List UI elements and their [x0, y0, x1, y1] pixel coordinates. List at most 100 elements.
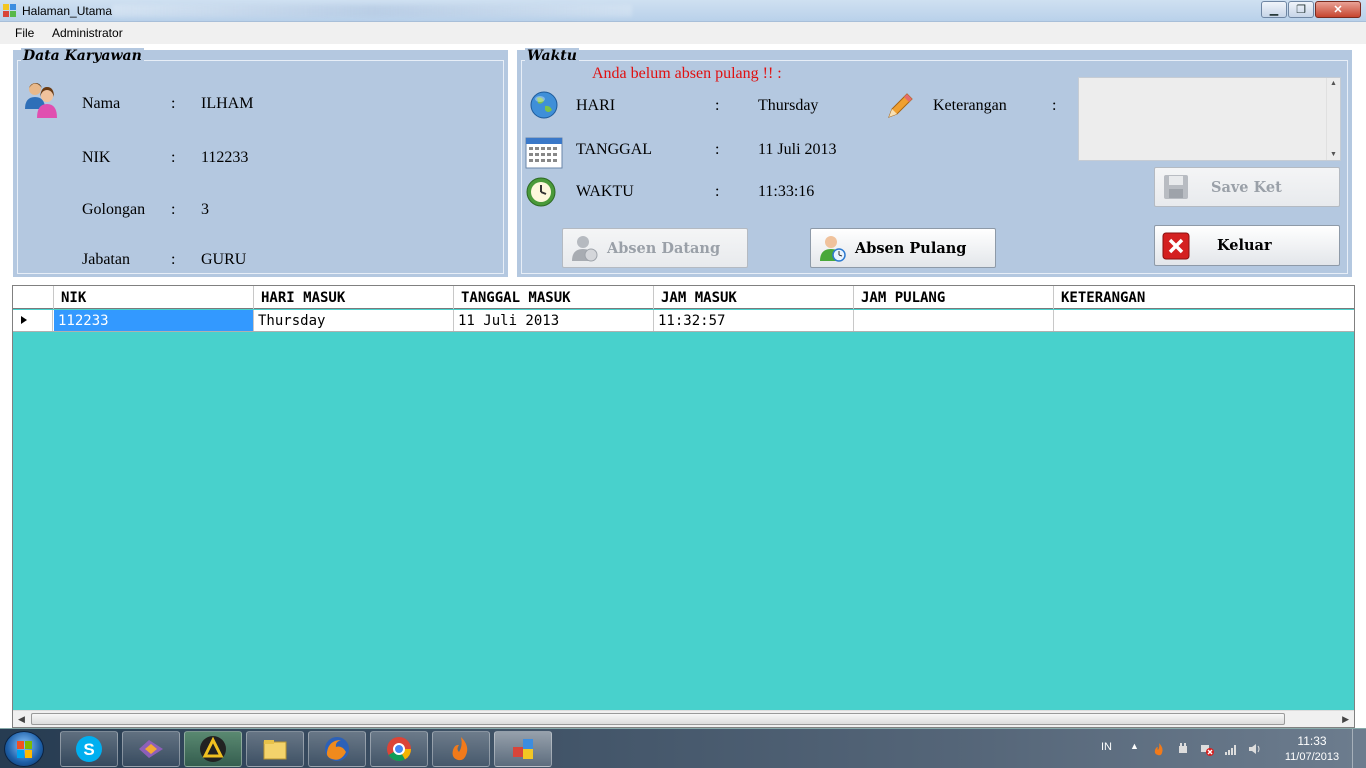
- scrollbar-thumb[interactable]: [31, 713, 1285, 725]
- scroll-up-icon[interactable]: ▲: [1330, 80, 1337, 87]
- keterangan-textarea[interactable]: ▲ ▼: [1078, 77, 1341, 161]
- row-selector-icon[interactable]: [13, 310, 53, 331]
- absen-pulang-label: Absen Pulang: [855, 239, 967, 257]
- cell-jam-pulang[interactable]: [854, 310, 1054, 331]
- column-header-keterangan[interactable]: KETERANGAN: [1054, 286, 1354, 309]
- close-button[interactable]: ✕: [1315, 1, 1361, 18]
- nik-sep: :: [171, 149, 176, 166]
- grid-header: NIK HARI MASUK TANGGAL MASUK JAM MASUK J…: [13, 286, 1354, 309]
- keluar-button[interactable]: Keluar: [1154, 225, 1340, 266]
- absen-alert: Anda belum absen pulang !! :: [592, 65, 782, 82]
- golongan-value: 3: [201, 201, 209, 218]
- flame-icon: [452, 737, 468, 761]
- power-plug-icon[interactable]: [1176, 742, 1190, 756]
- nama-sep: :: [171, 95, 176, 112]
- taskbar-chrome[interactable]: [370, 731, 428, 767]
- scroll-down-icon[interactable]: ▼: [1330, 151, 1337, 158]
- clock-icon: [526, 177, 556, 207]
- golongan-label: Golongan: [82, 201, 146, 218]
- taskbar-app-flame[interactable]: [432, 731, 490, 767]
- grid-corner: [13, 286, 54, 309]
- tanggal-sep: :: [715, 141, 720, 158]
- column-header-hari-masuk[interactable]: HARI MASUK: [254, 286, 454, 309]
- save-ket-label: Save Ket: [1211, 178, 1282, 196]
- user-clock-icon: [820, 236, 846, 262]
- start-button[interactable]: [4, 731, 44, 767]
- taskbar-sql-app[interactable]: [494, 731, 552, 767]
- chrome-icon: [387, 737, 411, 762]
- minimize-button[interactable]: ▁: [1261, 1, 1287, 18]
- keterangan-scrollbar[interactable]: ▲ ▼: [1326, 78, 1340, 160]
- app-icon: [513, 739, 533, 759]
- clock-time[interactable]: 11:33: [1282, 734, 1342, 748]
- taskbar-firefox[interactable]: [308, 731, 366, 767]
- app-icon: [3, 4, 17, 18]
- maximize-button[interactable]: ❐: [1288, 1, 1314, 18]
- hari-sep: :: [715, 97, 720, 114]
- flame-tray-icon[interactable]: [1152, 742, 1166, 756]
- column-header-nik[interactable]: NIK: [54, 286, 254, 309]
- skype-icon: S: [76, 736, 102, 762]
- menu-administrator[interactable]: Administrator: [52, 26, 123, 40]
- hari-label: HARI: [576, 97, 616, 114]
- scroll-right-icon[interactable]: ▶: [1342, 714, 1349, 725]
- client-area: Data Karyawan Nama : ILHAM NIK : 112233 …: [0, 44, 1366, 728]
- taskbar-visual-studio[interactable]: [122, 731, 180, 767]
- absen-datang-label: Absen Datang: [607, 239, 721, 257]
- pencil-icon: [888, 93, 913, 118]
- language-indicator[interactable]: IN: [1101, 741, 1112, 753]
- nama-label: Nama: [82, 95, 121, 112]
- golongan-sep: :: [171, 201, 176, 218]
- absen-datang-button[interactable]: Absen Datang: [562, 228, 748, 268]
- taskbar-aimp[interactable]: [184, 731, 242, 767]
- keterangan-label: Keterangan: [933, 97, 1007, 114]
- column-header-jam-masuk[interactable]: JAM MASUK: [654, 286, 854, 309]
- table-row[interactable]: 112233 Thursday 11 Juli 2013 11:32:57: [13, 310, 1354, 332]
- tanggal-label: TANGGAL: [576, 141, 653, 158]
- jabatan-label: Jabatan: [82, 251, 130, 268]
- globe-icon: [530, 91, 558, 119]
- user-clock-icon: [572, 236, 598, 262]
- nama-value: ILHAM: [201, 95, 254, 112]
- tray-expand-icon[interactable]: ▲: [1130, 741, 1139, 751]
- menu-bar: File Administrator: [0, 22, 1366, 44]
- title-bar: Halaman_Utama ▁ ❐ ✕: [0, 0, 1366, 22]
- signal-icon[interactable]: [1224, 742, 1238, 756]
- keluar-label: Keluar: [1217, 237, 1272, 254]
- time-groupbox-title: Waktu: [525, 48, 579, 64]
- nik-label: NIK: [82, 149, 111, 166]
- time-groupbox: Waktu Anda belum absen pulang !! : HARI …: [516, 48, 1353, 278]
- cell-nik[interactable]: 112233: [54, 310, 254, 331]
- scroll-left-icon[interactable]: ◀: [18, 714, 25, 725]
- volume-icon[interactable]: [1248, 742, 1262, 756]
- windows-logo-icon: [17, 741, 32, 758]
- folder-icon: [263, 740, 287, 760]
- cell-hari-masuk[interactable]: Thursday: [254, 310, 454, 331]
- users-icon: [25, 83, 57, 118]
- column-header-tanggal-masuk[interactable]: TANGGAL MASUK: [454, 286, 654, 309]
- attendance-grid[interactable]: NIK HARI MASUK TANGGAL MASUK JAM MASUK J…: [12, 285, 1355, 728]
- absen-pulang-button[interactable]: Absen Pulang: [810, 228, 996, 268]
- cell-tanggal-masuk[interactable]: 11 Juli 2013: [454, 310, 654, 331]
- menu-file[interactable]: File: [15, 26, 34, 40]
- blurred-title-region: [112, 5, 632, 17]
- aimp-icon: [200, 736, 226, 762]
- taskbar-skype[interactable]: S: [60, 731, 118, 767]
- grid-horizontal-scrollbar[interactable]: ◀ ▶: [13, 710, 1354, 727]
- waktu-sep: :: [715, 183, 720, 200]
- cell-jam-masuk[interactable]: 11:32:57: [654, 310, 854, 331]
- network-error-icon[interactable]: [1200, 742, 1214, 756]
- close-icon: [1162, 232, 1190, 259]
- calendar-icon: [525, 137, 563, 169]
- visual-studio-icon: [139, 740, 163, 758]
- taskbar-file-explorer[interactable]: [246, 731, 304, 767]
- firefox-icon: [325, 737, 349, 761]
- employee-groupbox-title: Data Karyawan: [21, 48, 144, 64]
- save-ket-button[interactable]: Save Ket: [1154, 167, 1340, 207]
- clock-date[interactable]: 11/07/2013: [1280, 751, 1344, 763]
- show-desktop-button[interactable]: [1352, 729, 1366, 768]
- column-header-jam-pulang[interactable]: JAM PULANG: [854, 286, 1054, 309]
- jabatan-value: GURU: [201, 251, 247, 268]
- cell-keterangan[interactable]: [1054, 310, 1354, 331]
- waktu-label: WAKTU: [576, 183, 634, 200]
